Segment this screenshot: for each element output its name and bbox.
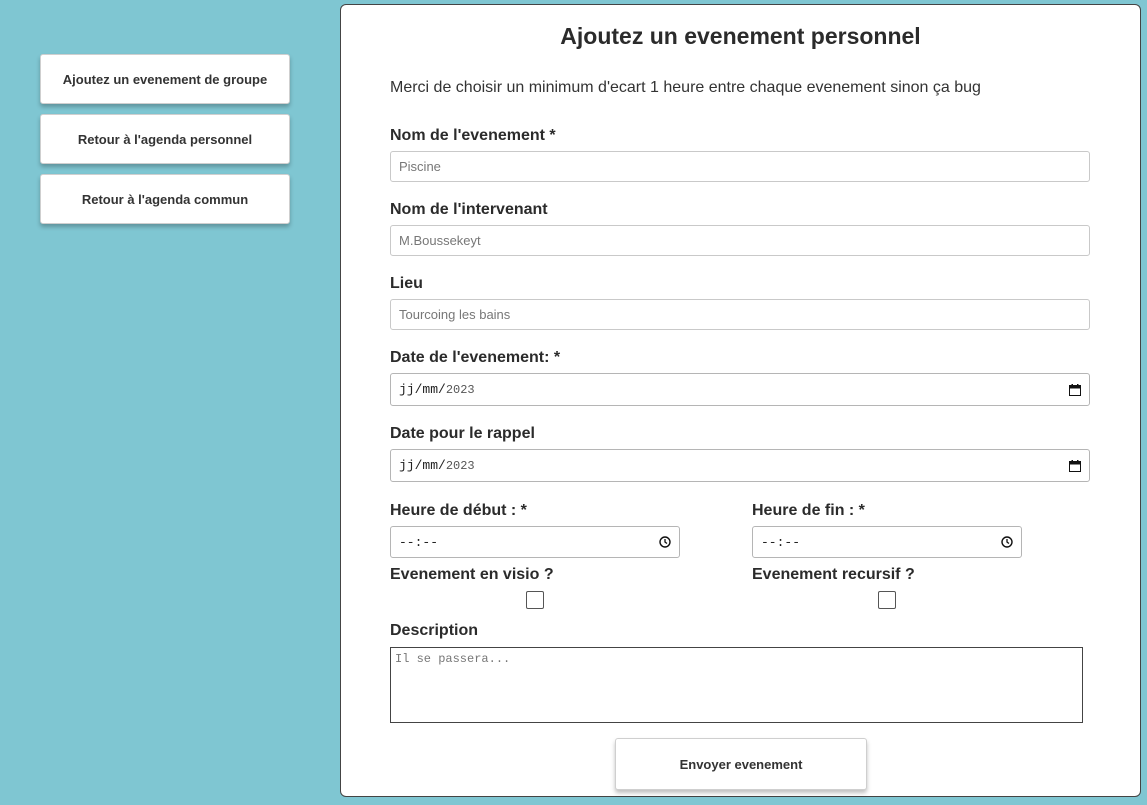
reminder-date-label: Date pour le rappel <box>390 425 535 442</box>
event-form-panel: Ajoutez un evenement personnel Merci de … <box>340 4 1141 797</box>
add-group-event-button[interactable]: Ajoutez un evenement de groupe <box>40 54 290 104</box>
calendar-icon[interactable] <box>1069 459 1081 472</box>
place-label: Lieu <box>390 275 423 292</box>
recursive-label: Evenement recursif ? <box>752 566 915 583</box>
page-title: Ajoutez un evenement personnel <box>560 23 921 49</box>
visio-label: Evenement en visio ? <box>390 566 554 583</box>
start-time-label: Heure de début : * <box>390 502 527 519</box>
recursive-checkbox[interactable] <box>878 591 896 609</box>
reminder-date-input[interactable]: jj/mm/2023 <box>390 449 1090 482</box>
place-input[interactable] <box>390 299 1090 330</box>
speaker-input[interactable] <box>390 225 1090 256</box>
event-date-input[interactable]: jj/mm/2023 <box>390 373 1090 406</box>
event-date-value: jj/mm/2023 <box>399 382 475 397</box>
back-common-agenda-button[interactable]: Retour à l'agenda commun <box>40 174 290 224</box>
description-label: Description <box>390 622 479 639</box>
submit-event-button[interactable]: Envoyer evenement <box>615 738 867 790</box>
end-time-input[interactable]: --:-- <box>752 526 1022 558</box>
speaker-label: Nom de l'intervenant <box>390 201 548 218</box>
calendar-icon[interactable] <box>1069 383 1081 396</box>
event-name-label: Nom de l'evenement * <box>390 127 556 144</box>
end-time-value: --:-- <box>761 534 801 550</box>
start-time-value: --:-- <box>399 534 439 550</box>
start-time-input[interactable]: --:-- <box>390 526 680 558</box>
visio-checkbox[interactable] <box>526 591 544 609</box>
reminder-date-value: jj/mm/2023 <box>399 458 475 473</box>
clock-icon[interactable] <box>1001 536 1013 548</box>
clock-icon[interactable] <box>659 536 671 548</box>
back-personal-agenda-button[interactable]: Retour à l'agenda personnel <box>40 114 290 164</box>
event-name-input[interactable] <box>390 151 1090 182</box>
notice-text: Merci de choisir un minimum d'ecart 1 he… <box>390 79 981 96</box>
description-textarea[interactable] <box>390 647 1083 723</box>
end-time-label: Heure de fin : * <box>752 502 865 519</box>
event-date-label: Date de l'evenement: * <box>390 349 561 366</box>
